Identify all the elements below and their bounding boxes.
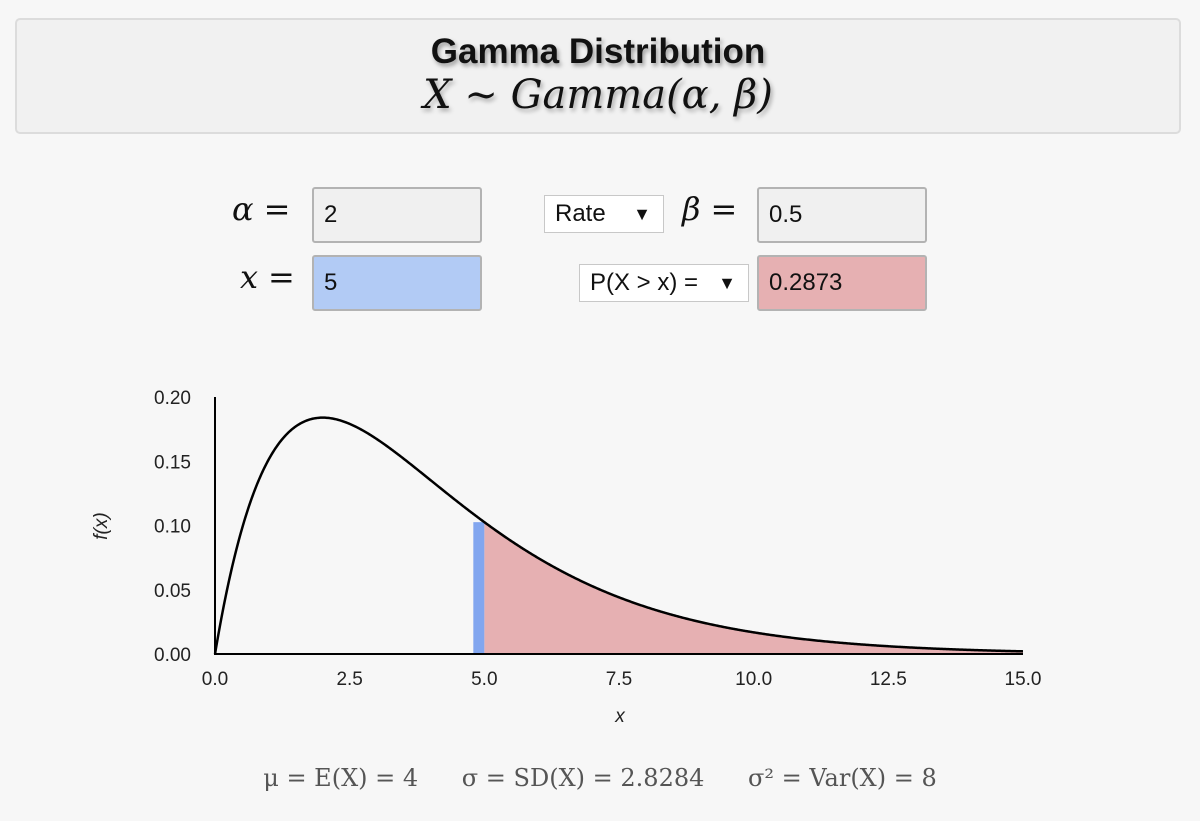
sd-stat: σ = SD(X) = 2.8284 (461, 764, 705, 792)
x-tick-label: 2.5 (336, 669, 362, 690)
x-tick-label: 10.0 (735, 669, 772, 690)
y-tick-label: 0.05 (154, 581, 191, 602)
summary-statistics: μ = E(X) = 4 σ = SD(X) = 2.8284 σ² = Var… (0, 764, 1200, 792)
y-tick-label: 0.10 (154, 517, 191, 538)
x-marker-band (473, 522, 485, 654)
x-axis-label: x (614, 706, 626, 727)
mean-stat: μ = E(X) = 4 (263, 764, 419, 792)
y-tick-label: 0.15 (154, 452, 191, 473)
x-tick-label: 0.0 (202, 669, 228, 690)
variance-stat: σ² = Var(X) = 8 (748, 764, 937, 792)
x-tick-label: 15.0 (1005, 669, 1042, 690)
tail-probability-area (484, 522, 1023, 654)
x-tick-label: 12.5 (870, 669, 907, 690)
x-tick-label: 7.5 (606, 669, 632, 690)
y-tick-label: 0.00 (154, 645, 191, 666)
density-chart: 0.0 2.5 5.0 7.5 10.0 12.5 15.0 0.00 0.05 0.10 0.15… (91, 388, 1042, 727)
y-axis-label: f(x) (91, 512, 112, 539)
x-tick-label: 5.0 (471, 669, 497, 690)
y-tick-label: 0.20 (154, 388, 191, 409)
